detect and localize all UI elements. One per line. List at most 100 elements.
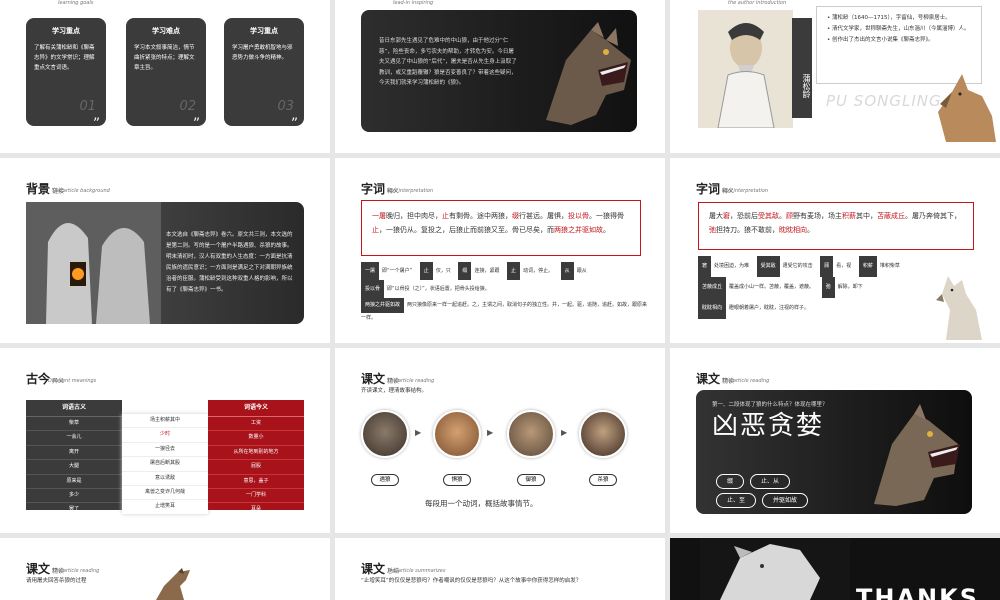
definitions: 窘处境困迫，为难 受其敌 遭受它的攻击 顾看，视 积薪 堆积柴草 苫蔽成丘 覆盖成小山…: [698, 256, 938, 319]
def-text: 即“一个屠户”: [382, 268, 413, 274]
goal-card-3: “ 学习重点 学习屠户勇敢机智地与邪恶势力做斗争的精神。 03 ”: [224, 13, 304, 131]
slide-title-text: 课文: [361, 372, 386, 386]
goal-card-1: “ 学习重点 了解有关蒲松龄和《聊斋志异》的文学常识；理解重点文言词语。 01 …: [26, 14, 106, 131]
def-text: 解除，卸下: [837, 284, 863, 290]
passage-seg: 一屠: [372, 212, 386, 220]
quote-open-icon: “: [228, 13, 236, 29]
definitions: 一屠 即“一个屠户” 止仅，只 缀连接，紧跟 止动词，停止。 从跟从 投以骨 即“以…: [361, 262, 651, 324]
slide-reading-process[interactable]: 课文 精读 The article reading 请用屠夫回答杀狼的过程: [0, 538, 330, 600]
white-wolf-image: [700, 538, 850, 600]
modern-item: 屁股: [208, 460, 304, 475]
slide-title-text: 古今: [26, 372, 51, 386]
slide-summary[interactable]: 课文 总结 The article summarizes “止增笑耳”的仅仅是悲狼…: [335, 538, 665, 600]
def-text: 堆积柴草: [879, 263, 900, 269]
example-item: 禽兽之变诈几何哉: [122, 486, 208, 501]
ancient-item: 原来是: [26, 475, 122, 490]
slide-background[interactable]: 背景 链接 The article background 本文选自《聊斋志异》卷六…: [0, 158, 330, 343]
def-term: 顾: [820, 256, 834, 277]
example-item: 意以诱敌: [122, 472, 208, 487]
traits-chips: 缀 止、从 止、至 并驱如故: [716, 474, 826, 512]
ancient-item: 大腿: [26, 460, 122, 475]
passage-seg: ，一狼仍从。复投之，后狼止而前狼又至。骨已尽矣，而: [379, 226, 554, 234]
passage-seg: 行甚远。屠惧，: [519, 212, 568, 220]
def-text: 跟从: [576, 268, 587, 274]
example-column: 场主积薪其中 少时 一狼径去 屠自后断其股 意以诱敌 禽兽之变诈几何哉 止增笑耳: [122, 414, 208, 514]
def-text: 连接，紧跟: [474, 268, 500, 274]
ancient-item: 多少: [26, 489, 122, 504]
slide-meanings[interactable]: 古今 异义 Different meanings 词语古义 柴草 一会儿 离开 大…: [0, 348, 330, 533]
slide-reading-structure[interactable]: 课文 精读 The article reading 齐读课文，理清故事结构。 ▶ …: [335, 348, 665, 533]
def-term: 受其敌: [756, 256, 780, 277]
passage-seg: 顾: [786, 212, 793, 220]
goal-card-title: 学习难点: [152, 27, 180, 35]
slide-thanks[interactable]: THANKS: [670, 538, 1000, 600]
passage-seg: 其中，: [856, 212, 877, 220]
def-text: 仅，只: [435, 268, 451, 274]
def-row: 一屠 即“一个屠户” 止仅，只 缀连接，紧跟 止动词，停止。 从跟从: [361, 262, 651, 280]
slide-word-interpretation-1[interactable]: 字词 释义 text interpretation 一屠晚归，担中肉尽，止有剩骨。…: [335, 158, 665, 343]
coyote-sitting-image: [936, 276, 982, 340]
bio-line: • 清代文学家，世称聊斋先生，山东淄川（今属淄博）人。: [827, 26, 970, 32]
quote-close-icon: ”: [192, 116, 200, 132]
goal-card-title: 学习重点: [52, 27, 80, 35]
slide-subtitle: The article reading: [52, 568, 100, 574]
reading-note: 齐读课文，理清故事结构。: [361, 388, 428, 394]
goal-card-text: 学习本文叙事简洁，情节曲折紧张的特点；理解文章主旨。: [134, 45, 195, 71]
slide-subtitle: learning goals: [58, 0, 94, 6]
bio-line: • 创作出了杰出的文言小说集《聊斋志异》。: [827, 37, 934, 43]
wolf-snarl-image: [546, 22, 631, 125]
example-item: 屠自后断其股: [122, 457, 208, 472]
goal-card-2: “ 学习难点 学习本文叙事简洁，情节曲折紧张的特点；理解文章主旨。 02 ”: [126, 14, 206, 131]
passage-seg: 止: [442, 212, 449, 220]
example-item: 场主积薪其中: [122, 414, 208, 429]
def-term: 两狼之并驱如故: [361, 298, 405, 313]
passage-seg: 。: [807, 226, 814, 234]
bio-line: • 蒲松龄（1640—1715），字留仙，号柳泉居士。: [827, 15, 951, 21]
quote-close-icon: ”: [92, 116, 100, 132]
def-term: 投以骨: [361, 280, 385, 298]
passage-seg: 止: [372, 226, 379, 234]
passage-seg: 屠大: [709, 212, 723, 220]
slide-lead-in[interactable]: lead-in inspiring 昔日东郭先生遇见了危难中的中山狼，由于他过分…: [335, 0, 665, 153]
def-term: 积薪: [858, 256, 877, 277]
slide-subtitle: The article background: [52, 188, 110, 194]
passage-seg: 受其敌: [758, 212, 779, 220]
ghost-lantern-image: [26, 202, 161, 324]
slide-subtitle: text interpretation: [387, 188, 434, 194]
passage-seg: 。屠乃奔倚其下，: [905, 212, 961, 220]
def-row: 窘处境困迫，为难 受其敌 遭受它的攻击 顾看，视 积薪 堆积柴草: [698, 256, 938, 277]
goal-card-number: 01: [79, 99, 96, 114]
slide-word-interpretation-2[interactable]: 字词 释义 text interpretation 屠大窘，恐前后受其敌。顾野有麦…: [670, 158, 1000, 343]
reading-note: 请用屠夫回答杀狼的过程: [26, 578, 87, 584]
passage-seg: 缀: [512, 212, 519, 220]
slide-subtitle: text interpretation: [722, 188, 769, 194]
thanks-text: THANKS: [856, 584, 979, 600]
slide-author[interactable]: the author introduction 蒲松龄 • 蒲松龄（1640—1…: [670, 0, 1000, 153]
modern-item: 一门学科: [208, 489, 304, 504]
example-item: 一狼径去: [122, 443, 208, 458]
step-label: 遇狼: [371, 474, 399, 486]
def-text: 遭受它的攻击: [782, 263, 813, 269]
column-header: 词语古义: [26, 400, 122, 417]
def-term: 缀: [458, 262, 472, 280]
step-label: 杀狼: [589, 474, 617, 486]
example-item: 少时: [122, 428, 208, 443]
goal-card-number: 02: [179, 99, 196, 114]
slide-wolf-traits[interactable]: 课文 精读 The article reading 第一、二段体现了狼的什么特点？…: [670, 348, 1000, 533]
passage-seg: ，恐前后: [730, 212, 758, 220]
modern-item: 意思，盖子: [208, 475, 304, 490]
passage-seg: 两狼之并驱如故: [554, 226, 603, 234]
passage-box: 一屠晚归，担中肉尽，止有剩骨。途中两狼，缀行甚远。屠惧，投以骨。一狼得骨止，一狼…: [361, 200, 641, 256]
goal-card-title: 学习重点: [250, 27, 278, 35]
slide-learning-goals[interactable]: learning goals “ 学习重点 了解有关蒲松龄和《聊斋志异》的文学常…: [0, 0, 330, 153]
passage-seg: 担持刀。狼不敢前，: [716, 226, 779, 234]
def-term: 从: [560, 262, 574, 280]
slide-title-text: 字词: [361, 182, 386, 196]
def-term: 眈眈相向: [698, 298, 727, 319]
passage-seg: 苫蔽成丘: [877, 212, 905, 220]
slide-subtitle: the author introduction: [728, 0, 787, 6]
def-text: 覆盖成小山一样。苫蔽，覆盖，遮蔽。: [729, 284, 815, 290]
passage-seg: 积薪: [842, 212, 856, 220]
passage-seg: 窘: [723, 212, 730, 220]
slide-title-text: 课文: [26, 562, 51, 576]
